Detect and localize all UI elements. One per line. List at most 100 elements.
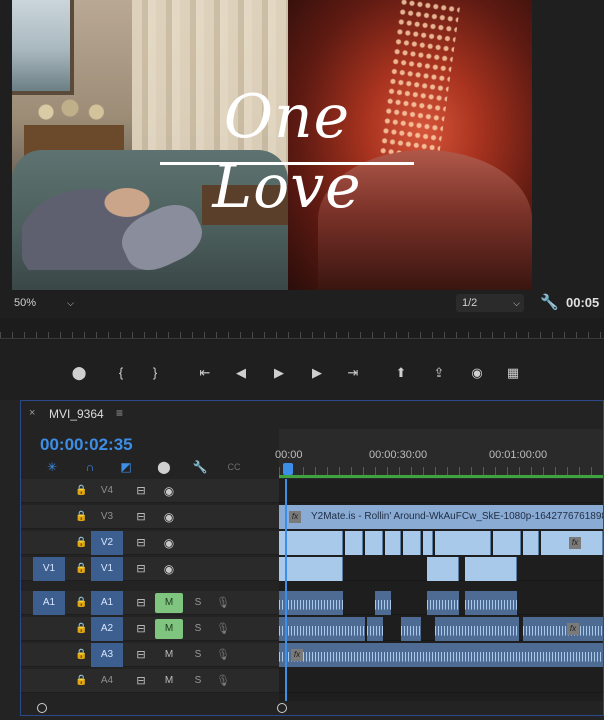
mute-button[interactable]: M	[155, 593, 183, 613]
sync-lock-icon[interactable]: ⊟	[133, 591, 149, 615]
video-clip[interactable]: fx	[541, 531, 603, 555]
video-clip[interactable]	[493, 531, 521, 555]
lock-icon[interactable]: 🔒	[75, 643, 87, 667]
video-clip[interactable]	[403, 531, 421, 555]
audio-clip[interactable]	[375, 591, 391, 615]
sync-lock-icon[interactable]: ⊟	[133, 531, 149, 555]
audio-clip[interactable]: fx	[279, 643, 603, 667]
sync-lock-icon[interactable]: ⊟	[133, 505, 149, 529]
camera-icon[interactable]: ◉	[466, 362, 488, 384]
go-to-in-icon[interactable]: ⇤	[194, 362, 216, 384]
source-patch-a1[interactable]: A1	[33, 591, 65, 615]
video-clip[interactable]	[345, 531, 363, 555]
video-clip[interactable]	[385, 531, 401, 555]
audio-clip[interactable]	[367, 617, 383, 641]
step-forward-icon[interactable]: ▶	[306, 362, 328, 384]
video-clip[interactable]	[279, 557, 343, 581]
audio-clip[interactable]	[427, 591, 459, 615]
lock-icon[interactable]: 🔒	[75, 591, 87, 615]
sequence-tab[interactable]: MVI_9364	[49, 407, 104, 421]
captions-icon[interactable]: CC	[225, 459, 243, 475]
track-label[interactable]: V3	[91, 505, 123, 529]
audio-clip[interactable]	[435, 617, 519, 641]
lock-icon[interactable]: 🔒	[75, 505, 87, 529]
video-clip[interactable]	[279, 531, 343, 555]
lock-icon[interactable]: 🔒	[75, 479, 87, 503]
eye-icon[interactable]: ◉	[161, 479, 177, 503]
zoom-dropdown[interactable]: 50% ⌵	[14, 294, 78, 312]
mute-button[interactable]: M	[155, 645, 183, 665]
snap-icon[interactable]: ∩	[81, 459, 99, 475]
title-clip[interactable]: fx Y2Mate.is - Rollin' Around-WkAuFCw_Sk…	[279, 505, 603, 529]
video-clip[interactable]	[523, 531, 539, 555]
audio-clip[interactable]	[401, 617, 421, 641]
nest-icon[interactable]: ✳	[43, 459, 61, 475]
mute-button[interactable]: M	[155, 671, 183, 691]
program-timecode[interactable]: 00:05	[566, 294, 604, 312]
resolution-dropdown[interactable]: 1/2 ⌵	[456, 294, 524, 312]
track-label[interactable]: A1	[91, 591, 123, 615]
program-video-frame[interactable]: One Love	[12, 0, 532, 290]
sync-lock-icon[interactable]: ⊟	[133, 479, 149, 503]
scroll-handle-right[interactable]	[277, 703, 287, 713]
sync-lock-icon[interactable]: ⊟	[133, 557, 149, 581]
track-label[interactable]: V2	[91, 531, 123, 555]
solo-button[interactable]: S	[189, 645, 207, 665]
panel-menu-icon[interactable]: ≡	[116, 406, 123, 420]
go-to-out-icon[interactable]: ⇥	[342, 362, 364, 384]
audio-clip[interactable]	[465, 591, 517, 615]
audio-clip[interactable]	[279, 591, 343, 615]
lift-icon[interactable]: ⬆	[390, 362, 412, 384]
mute-button[interactable]: M	[155, 619, 183, 639]
scroll-handle-left[interactable]	[37, 703, 47, 713]
track-label[interactable]: A2	[91, 617, 123, 641]
timeline-clip-area[interactable]: fx Y2Mate.is - Rollin' Around-WkAuFCw_Sk…	[279, 479, 603, 701]
close-icon[interactable]: ×	[29, 407, 35, 419]
video-clip[interactable]	[427, 557, 459, 581]
audio-clip[interactable]	[279, 617, 365, 641]
lock-icon[interactable]: 🔒	[75, 531, 87, 555]
source-patch-v1[interactable]: V1	[33, 557, 65, 581]
solo-button[interactable]: S	[189, 619, 207, 639]
monitor-time-ruler[interactable]	[0, 318, 604, 340]
microphone-icon[interactable]: 🎙	[215, 669, 231, 693]
step-back-icon[interactable]: ◀	[230, 362, 252, 384]
track-label[interactable]: V4	[91, 479, 123, 503]
timeline-scrollbar[interactable]	[21, 701, 604, 715]
track-label[interactable]: A3	[91, 643, 123, 667]
eye-icon[interactable]: ◉	[161, 531, 177, 555]
extract-icon[interactable]: ⇪	[428, 362, 450, 384]
comparison-view-icon[interactable]: ▦	[502, 362, 524, 384]
microphone-icon[interactable]: 🎙	[215, 643, 231, 667]
eye-icon[interactable]: ◉	[161, 557, 177, 581]
lock-icon[interactable]: 🔒	[75, 617, 87, 641]
solo-button[interactable]: S	[189, 671, 207, 691]
lock-icon[interactable]: 🔒	[75, 557, 87, 581]
wrench-icon[interactable]: 🔧	[191, 459, 209, 475]
eye-icon[interactable]: ◉	[161, 505, 177, 529]
audio-clip[interactable]: fx	[523, 617, 603, 641]
sync-lock-icon[interactable]: ⊟	[133, 669, 149, 693]
track-label[interactable]: V1	[91, 557, 123, 581]
microphone-icon[interactable]: 🎙	[215, 591, 231, 615]
video-clip[interactable]	[423, 531, 433, 555]
microphone-icon[interactable]: 🎙	[215, 617, 231, 641]
playhead-line[interactable]	[285, 479, 287, 701]
mark-out-icon[interactable]: }	[144, 362, 166, 384]
timeline-ruler[interactable]: 00:00 00:00:30:00 00:01:00:00	[275, 429, 603, 479]
sync-lock-icon[interactable]: ⊟	[133, 617, 149, 641]
solo-button[interactable]: S	[189, 593, 207, 613]
mark-in-icon[interactable]: {	[110, 362, 132, 384]
add-marker-icon[interactable]: ⬤	[68, 362, 90, 384]
timeline-timecode[interactable]: 00:00:02:35	[40, 435, 133, 455]
video-clip[interactable]	[435, 531, 491, 555]
play-icon[interactable]: ▶	[268, 362, 290, 384]
lock-icon[interactable]: 🔒	[75, 669, 87, 693]
video-clip[interactable]	[365, 531, 383, 555]
playhead-handle[interactable]	[283, 463, 293, 475]
wrench-icon[interactable]: 🔧	[540, 294, 559, 312]
work-area-bar[interactable]	[279, 475, 603, 478]
linked-selection-icon[interactable]: ◩	[117, 459, 135, 475]
track-label[interactable]: A4	[91, 669, 123, 693]
video-clip[interactable]	[465, 557, 517, 581]
